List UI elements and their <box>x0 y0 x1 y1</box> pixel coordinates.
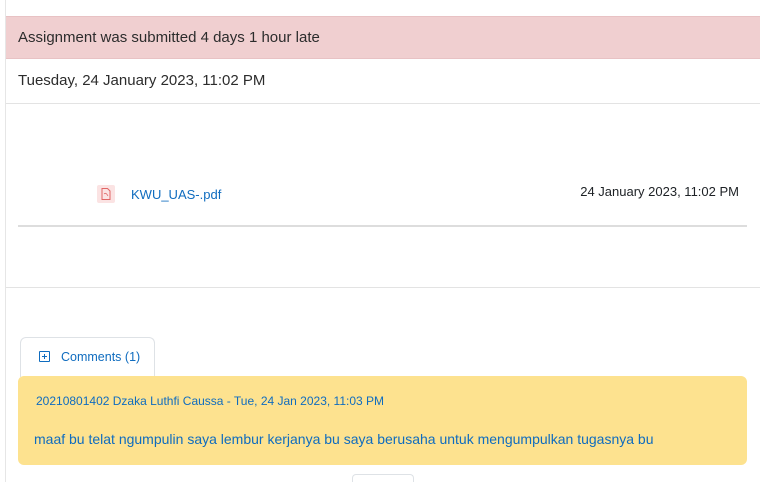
file-upload-date: 24 January 2023, 11:02 PM <box>580 184 739 199</box>
comments-toggle[interactable]: Comments (1) <box>20 337 155 377</box>
expand-plus-icon <box>39 351 50 362</box>
last-modified-date: Tuesday, 24 January 2023, 11:02 PM <box>18 72 266 89</box>
collapse-tab-edge <box>352 474 414 482</box>
late-submission-status: Assignment was submitted 4 days 1 hour l… <box>18 29 320 46</box>
pdf-file-icon <box>97 185 115 203</box>
last-modified-row: Tuesday, 24 January 2023, 11:02 PM <box>6 59 760 104</box>
submission-status-row: Assignment was submitted 4 days 1 hour l… <box>6 16 760 59</box>
file-row: KWU_UAS-.pdf 24 January 2023, 11:02 PM <box>18 104 747 227</box>
comment-item: 20210801402 Dzaka Luthfi Caussa - Tue, 2… <box>18 376 747 465</box>
comment-author-date[interactable]: 20210801402 Dzaka Luthfi Caussa - Tue, 2… <box>36 394 384 408</box>
file-submissions-area: KWU_UAS-.pdf 24 January 2023, 11:02 PM <box>6 104 760 288</box>
comments-label: Comments (1) <box>61 350 141 364</box>
comment-text: maaf bu telat ngumpulin saya lembur kerj… <box>34 431 654 447</box>
file-link[interactable]: KWU_UAS-.pdf <box>131 187 221 202</box>
